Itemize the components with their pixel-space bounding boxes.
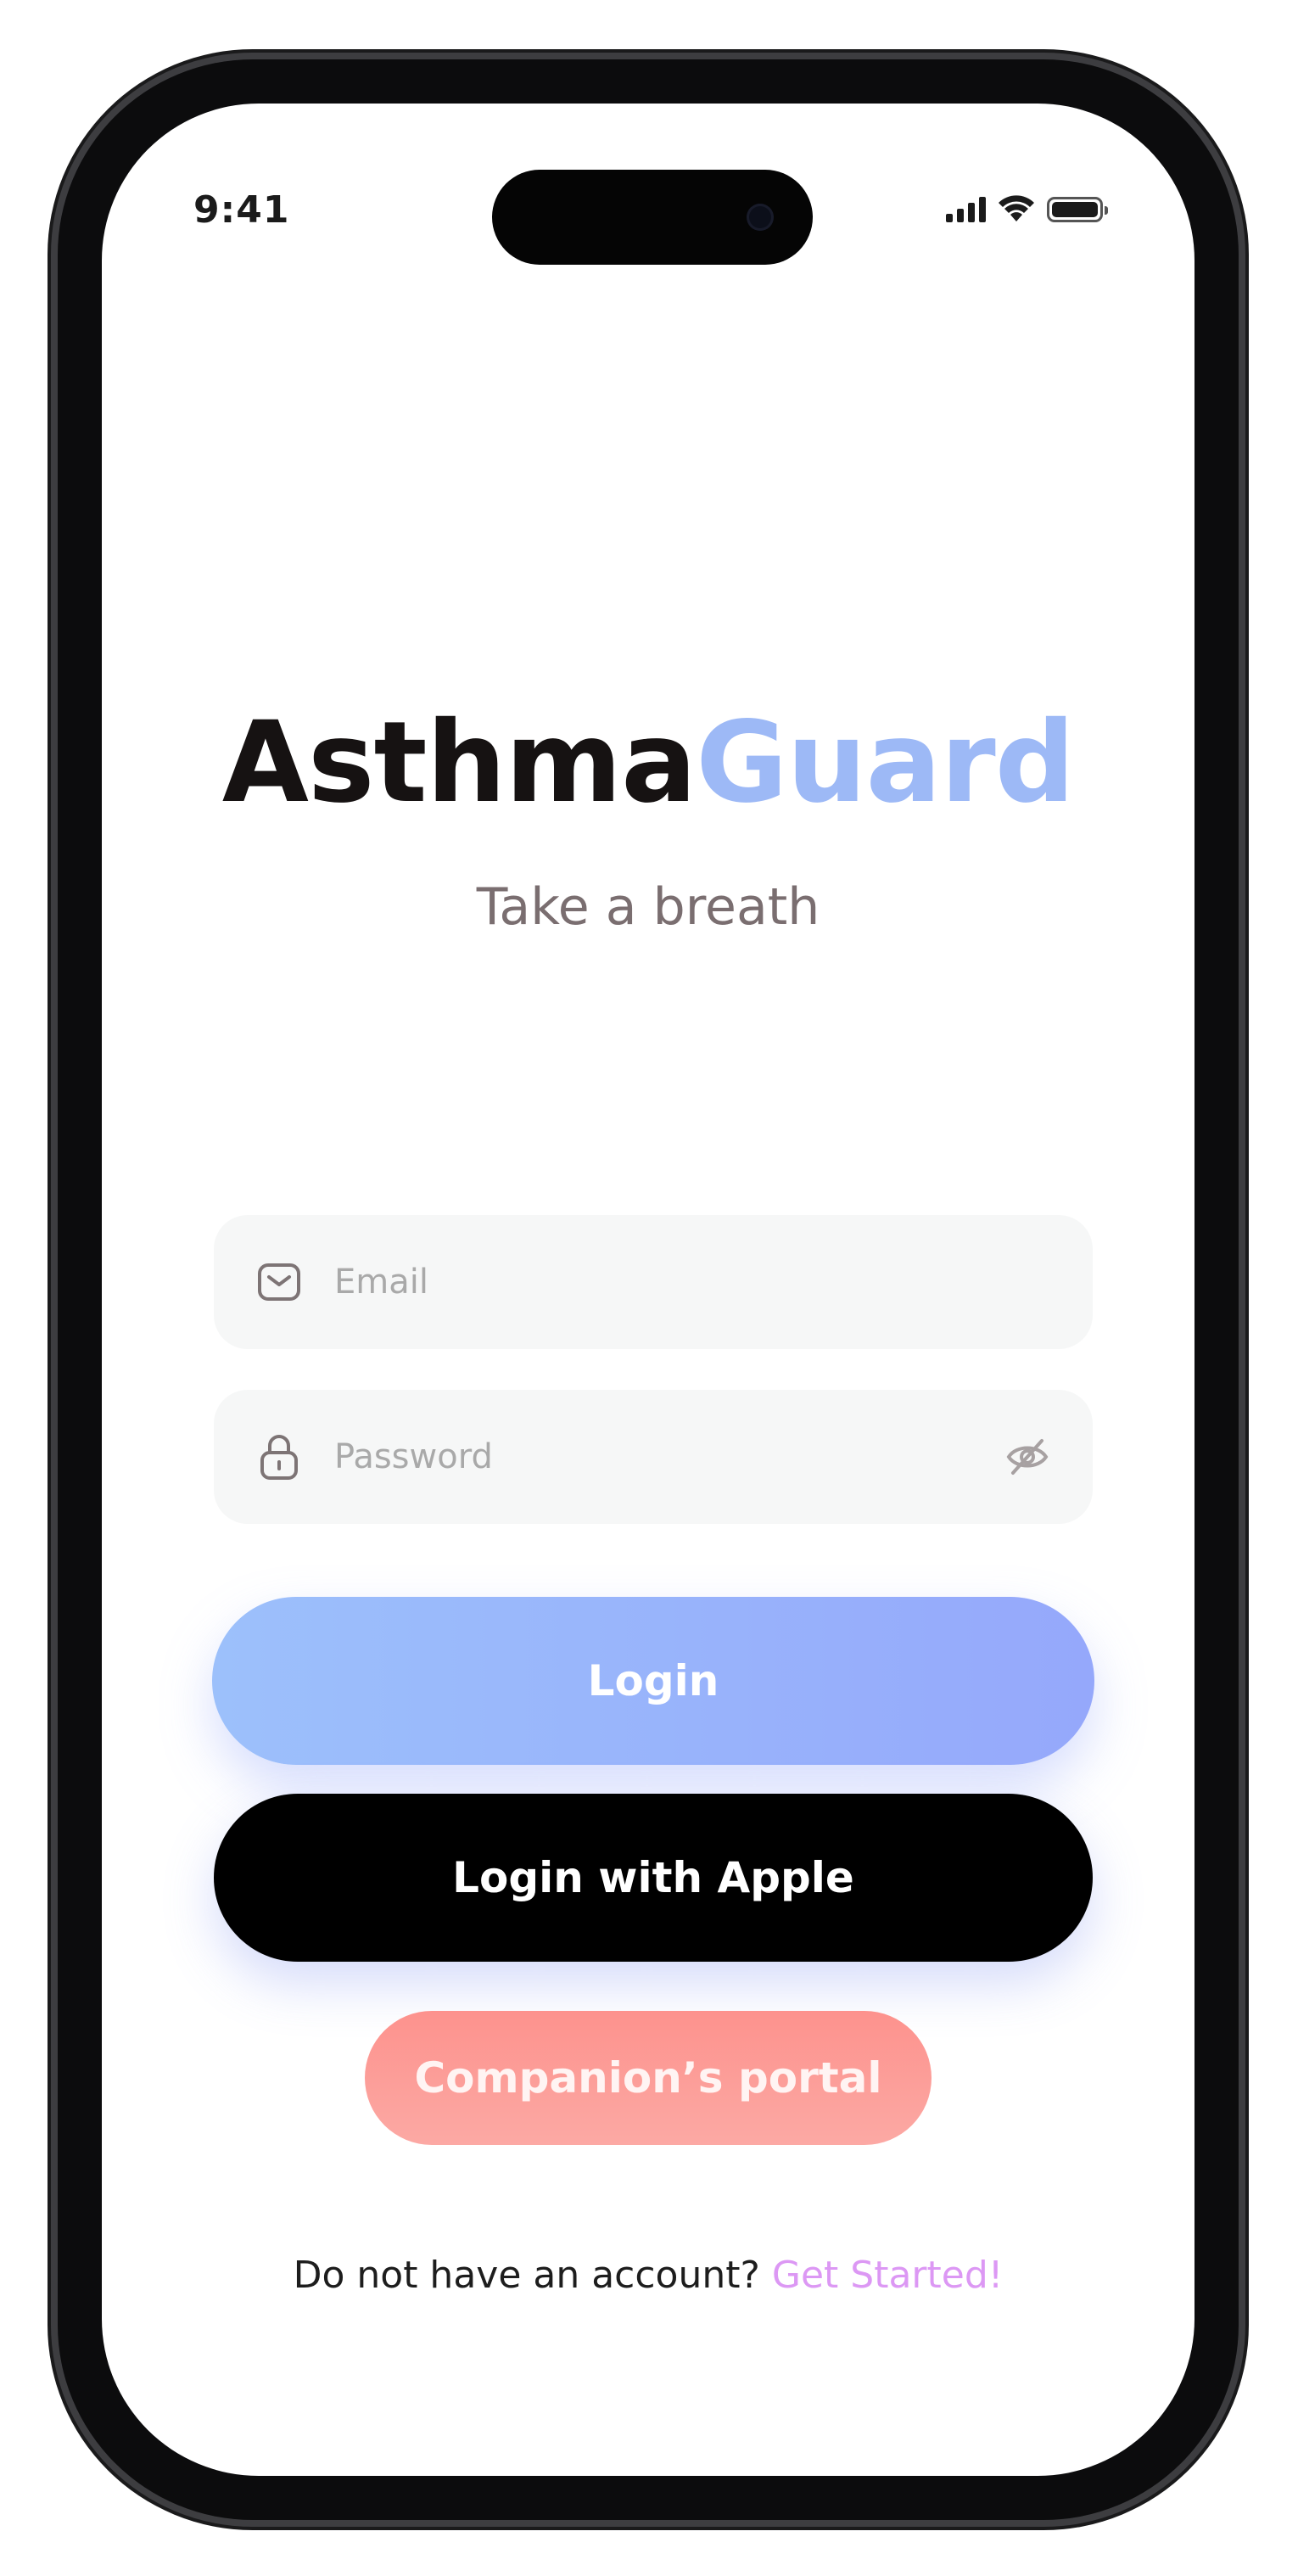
camera-icon [747, 204, 774, 231]
eye-off-icon[interactable] [1004, 1434, 1050, 1480]
companion-portal-button[interactable]: Companion’s portal [365, 2011, 932, 2145]
cellular-signal-icon [946, 197, 986, 222]
brand-name-part2: Guard [696, 697, 1075, 828]
login-with-apple-button[interactable]: Login with Apple [214, 1794, 1093, 1962]
device-mockup: 9:41 AsthmaGuard Take a breath Email Log… [0, 0, 1298, 2576]
email-input[interactable] [333, 1262, 1050, 1302]
status-time: 9:41 [193, 188, 290, 232]
get-started-link[interactable]: Get Started! [772, 2254, 1004, 2297]
dynamic-island [492, 170, 813, 265]
login-button[interactable]: Login [212, 1597, 1094, 1765]
password-field[interactable] [214, 1390, 1093, 1524]
app-logo: AsthmaGuard [102, 697, 1194, 828]
power-button [1239, 791, 1247, 1067]
phone-frame: 9:41 AsthmaGuard Take a breath Email Log… [58, 59, 1239, 2520]
battery-icon [1047, 197, 1108, 222]
password-input[interactable] [333, 1436, 1004, 1477]
email-field[interactable] [214, 1215, 1093, 1349]
signup-prompt: Do not have an account? Get Started! [102, 2254, 1194, 2297]
lock-icon [256, 1434, 302, 1480]
status-icons [946, 193, 1108, 222]
app-screen: 9:41 AsthmaGuard Take a breath Email Log… [102, 104, 1194, 2476]
wifi-icon [999, 195, 1034, 221]
tagline: Take a breath [476, 877, 820, 937]
brand-name-part1: Asthma [221, 697, 697, 828]
signup-prompt-text: Do not have an account? [293, 2254, 760, 2297]
mail-icon [256, 1259, 302, 1305]
